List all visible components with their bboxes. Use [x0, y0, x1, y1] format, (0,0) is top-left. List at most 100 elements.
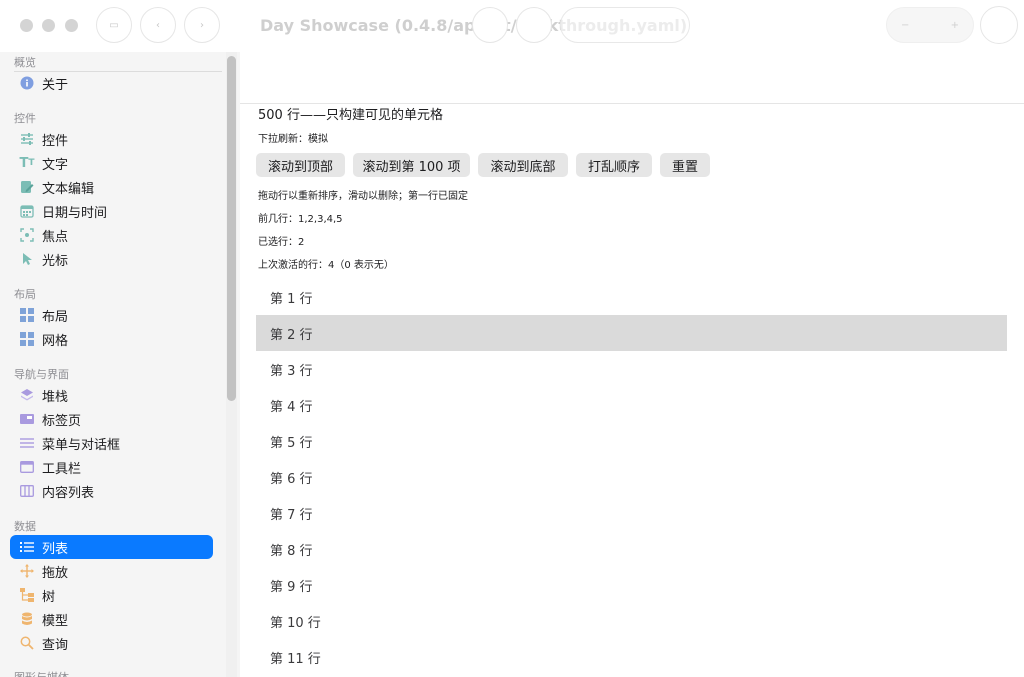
sidebar-scrollbar[interactable]: [227, 56, 236, 401]
last-activated-label: 上次激活的行：4（0 表示无）: [258, 260, 394, 271]
sliders-icon: [20, 132, 34, 146]
sidebar-item-label: 光标: [42, 253, 69, 269]
toolbar-circle-button-1[interactable]: [472, 7, 508, 43]
reset-button[interactable]: 重置: [660, 153, 710, 177]
sidebar-item-layout[interactable]: 布局: [10, 303, 213, 327]
list-row[interactable]: 第 5 行: [256, 423, 1007, 459]
toolbar-more-button[interactable]: [980, 6, 1018, 44]
sidebar-item-label: 布局: [42, 309, 69, 325]
sidebar-item-label: 树: [42, 589, 56, 605]
scroll-to-bottom-button[interactable]: 滚动到底部: [478, 153, 568, 177]
sidebar-item-controls[interactable]: 控件: [10, 127, 213, 151]
sidebar-item-tree[interactable]: 树: [10, 583, 213, 607]
list-icon: [20, 540, 34, 554]
toolbar-icon: [20, 460, 34, 474]
sidebar-item-about[interactable]: 关于: [10, 71, 213, 95]
sidebar-item-text-editing[interactable]: 文本编辑: [10, 175, 213, 199]
list-row[interactable]: 第 10 行: [256, 603, 1007, 639]
minus-icon: −: [901, 19, 910, 31]
sidebar-item-text[interactable]: TT 文字: [10, 151, 213, 175]
sidebar-item-content-list[interactable]: 内容列表: [10, 479, 213, 503]
back-button[interactable]: ‹: [140, 7, 176, 43]
zoom-window-button[interactable]: [65, 19, 78, 32]
sidebar-item-drag-drop[interactable]: 拖放: [10, 559, 213, 583]
grid-icon: [20, 332, 34, 346]
menu-icon: [20, 436, 34, 450]
sidebar-item-label: 堆栈: [42, 389, 69, 405]
sidebar-item-model[interactable]: 模型: [10, 607, 213, 631]
cursor-icon: [20, 252, 34, 266]
tree-icon: [20, 588, 34, 602]
sidebar-item-label: 查询: [42, 637, 69, 653]
minimize-window-button[interactable]: [42, 19, 55, 32]
shuffle-button[interactable]: 打乱顺序: [576, 153, 652, 177]
toolbar-search-field[interactable]: [560, 7, 690, 43]
text-icon: TT: [19, 155, 35, 171]
sidebar-item-stack[interactable]: 堆栈: [10, 383, 213, 407]
sidebar: 概览 关于 控件 控件 TT 文字 文本编辑 日期与时间 焦点 光标 布局 布局…: [0, 52, 240, 677]
list-row[interactable]: 第 7 行: [256, 495, 1007, 531]
sidebar-item-cursor[interactable]: 光标: [10, 247, 213, 271]
edit-icon: [20, 180, 34, 194]
sidebar-item-date-time[interactable]: 日期与时间: [10, 199, 213, 223]
sidebar-item-label: 关于: [42, 77, 69, 93]
list-row[interactable]: 第 6 行: [256, 459, 1007, 495]
sidebar-item-label: 文本编辑: [42, 181, 95, 197]
sidebar-item-label: 模型: [42, 613, 69, 629]
forward-button[interactable]: ›: [184, 7, 220, 43]
sidebar-item-label: 控件: [42, 133, 69, 149]
layout-icon: [20, 308, 34, 322]
sidebar-item-menus-dialogs[interactable]: 菜单与对话框: [10, 431, 213, 455]
search-icon: [20, 636, 34, 650]
sidebar-item-label: 标签页: [42, 413, 82, 429]
list-row[interactable]: 第 8 行: [256, 531, 1007, 567]
sidebar-section-overview: 概览: [14, 56, 36, 69]
sidebar-item-label: 网格: [42, 333, 69, 349]
selected-row-label: 已选行：2: [258, 237, 305, 248]
sidebar-item-label: 日期与时间: [42, 205, 108, 221]
sidebar-item-label: 焦点: [42, 229, 69, 245]
list-row[interactable]: 第 1 行: [256, 279, 1007, 315]
first-rows-label: 前几行：1,2,3,4,5: [258, 214, 343, 225]
list-row-selected[interactable]: 第 2 行: [256, 315, 1007, 351]
sidebar-section-data: 数据: [14, 520, 36, 533]
toolbar-segmented-control[interactable]: − +: [886, 7, 974, 43]
sidebar-item-query[interactable]: 查询: [10, 631, 213, 655]
sidebar-toggle-button[interactable]: ▭: [96, 7, 132, 43]
sidebar-item-focus[interactable]: 焦点: [10, 223, 213, 247]
columns-icon: [20, 484, 34, 498]
sidebar-item-label: 列表: [42, 541, 69, 557]
calendar-icon: [20, 204, 34, 218]
sidebar-item-tabs[interactable]: 标签页: [10, 407, 213, 431]
sidebar-section-navigation: 导航与界面: [14, 368, 69, 381]
sidebar-item-toolbar[interactable]: 工具栏: [10, 455, 213, 479]
sidebar-section-layout: 布局: [14, 288, 36, 301]
sidebar-item-list[interactable]: 列表: [10, 535, 213, 559]
sidebar-icon: ▭: [109, 19, 119, 31]
pull-refresh-label: 下拉刷新：模拟: [258, 134, 328, 145]
stack-icon: [20, 388, 34, 402]
list-row[interactable]: 第 9 行: [256, 567, 1007, 603]
sidebar-section-controls: 控件: [14, 112, 36, 125]
chevron-right-icon: ›: [200, 19, 204, 31]
titlebar: ▭ ‹ › Day Showcase (0.4.8/appkit/walkthr…: [0, 0, 1024, 52]
info-icon: [20, 76, 34, 90]
chevron-left-icon: ‹: [156, 19, 160, 31]
close-window-button[interactable]: [20, 19, 33, 32]
main-content: 500 行——只构建可见的单元格 下拉刷新：模拟 滚动到顶部 滚动到第 100 …: [240, 52, 1024, 677]
drag-hint-label: 拖动行以重新排序，滑动以删除；第一行已固定: [258, 191, 468, 202]
list-row[interactable]: 第 4 行: [256, 387, 1007, 423]
page-title: 500 行——只构建可见的单元格: [258, 108, 443, 123]
scroll-to-item-100-button[interactable]: 滚动到第 100 项: [353, 153, 470, 177]
database-icon: [20, 612, 34, 626]
sidebar-item-label: 内容列表: [42, 485, 95, 501]
sidebar-item-label: 文字: [42, 157, 69, 173]
list-row[interactable]: 第 11 行: [256, 639, 1007, 675]
sidebar-item-label: 菜单与对话框: [42, 437, 121, 453]
sidebar-item-grid[interactable]: 网格: [10, 327, 213, 351]
list-row[interactable]: 第 3 行: [256, 351, 1007, 387]
scroll-to-top-button[interactable]: 滚动到顶部: [256, 153, 345, 177]
toolbar-circle-button-2[interactable]: [516, 7, 552, 43]
sidebar-section-graphics-media: 图形与媒体: [14, 669, 69, 677]
plus-icon: +: [950, 19, 959, 31]
